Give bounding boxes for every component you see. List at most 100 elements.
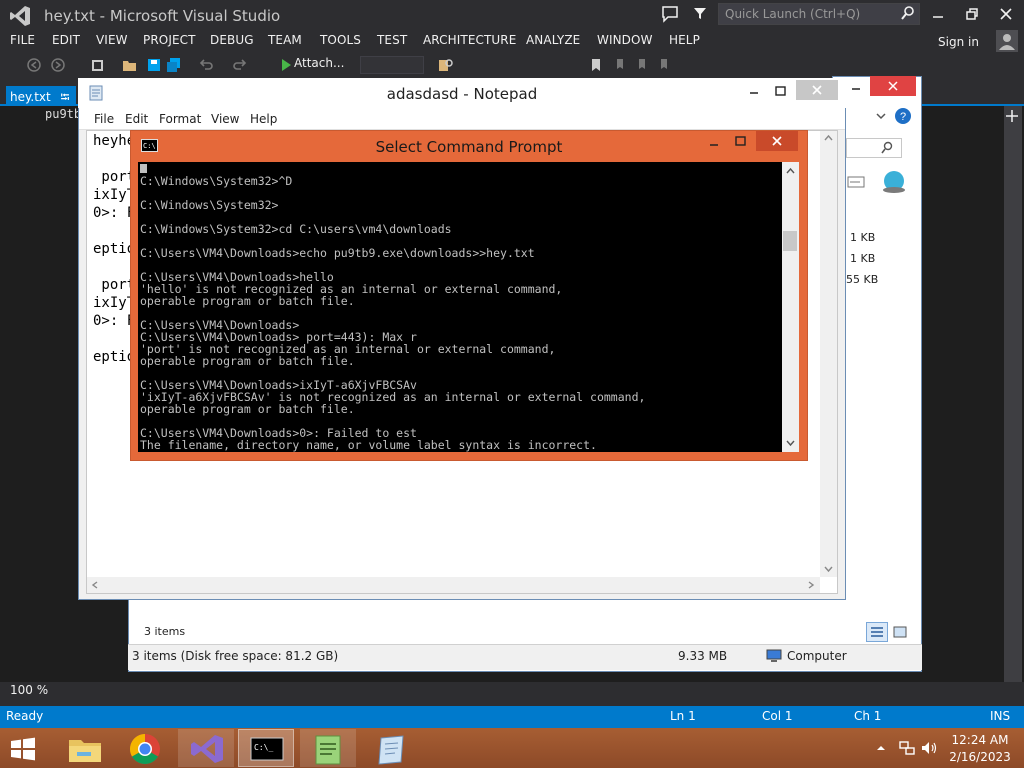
help-icon[interactable]: ? <box>894 107 912 125</box>
scroll-left-icon[interactable] <box>88 578 102 592</box>
command-prompt-taskbar-icon[interactable]: C:\_ <box>238 729 294 767</box>
file-size: 1 KB <box>850 231 876 244</box>
find-in-files-icon[interactable] <box>438 57 454 73</box>
console-scroll-thumb[interactable] <box>783 231 797 251</box>
tab-hey-txt[interactable]: hey.txt ⭾ ✕ <box>6 86 87 106</box>
close-icon[interactable] <box>996 4 1016 24</box>
menu-window[interactable]: WINDOW <box>597 33 653 47</box>
chrome-taskbar-icon[interactable] <box>116 729 172 767</box>
menu-file[interactable]: FILE <box>10 33 35 47</box>
debug-target-dropdown[interactable] <box>360 56 424 74</box>
console-line: operable program or batch file. <box>140 354 355 368</box>
status-line: Ln 1 <box>670 709 696 723</box>
notepad-title: adasdasd - Notepad <box>386 85 538 103</box>
show-hidden-icons-icon[interactable] <box>876 744 886 752</box>
visual-studio-logo-icon <box>8 4 32 28</box>
explorer-minimize-icon[interactable] <box>846 80 866 92</box>
start-button-icon[interactable] <box>8 736 38 762</box>
scroll-down-icon[interactable] <box>821 562 836 576</box>
new-project-icon[interactable] <box>90 57 106 73</box>
menu-view[interactable]: VIEW <box>96 33 128 47</box>
back-icon[interactable] <box>26 57 42 73</box>
notepad-menu-format[interactable]: Format <box>159 112 201 126</box>
forward-icon[interactable] <box>50 57 66 73</box>
notepad-menu-edit[interactable]: Edit <box>125 112 148 126</box>
restore-icon[interactable] <box>962 4 982 24</box>
network-icon[interactable] <box>898 740 916 756</box>
menu-edit[interactable]: EDIT <box>52 33 80 47</box>
large-icons-view-icon[interactable] <box>890 622 910 642</box>
clock-date[interactable]: 2/16/2023 <box>944 750 1016 764</box>
computer-icon <box>766 649 782 663</box>
editor-zoom-bar <box>0 682 1024 700</box>
tab-label: hey.txt <box>10 90 51 104</box>
menu-tools[interactable]: TOOLS <box>320 33 361 47</box>
svg-text:?: ? <box>900 111 906 123</box>
redo-icon[interactable] <box>232 57 248 73</box>
scroll-right-icon[interactable] <box>804 578 818 592</box>
expand-ribbon-icon[interactable] <box>874 110 888 122</box>
console-scroll-up-icon[interactable] <box>783 164 798 178</box>
explorer-search-icon[interactable] <box>880 141 894 155</box>
editor-scrollbar[interactable] <box>1004 106 1022 682</box>
notepad-plus-taskbar-icon[interactable] <box>300 729 356 767</box>
quick-launch-input[interactable]: Quick Launch (Ctrl+Q) <box>718 3 920 25</box>
save-all-icon[interactable] <box>166 57 182 73</box>
next-bookmark-icon[interactable] <box>634 57 650 73</box>
user-avatar-icon[interactable] <box>996 30 1018 52</box>
clock-time[interactable]: 12:24 AM <box>944 733 1016 747</box>
save-icon[interactable] <box>146 57 162 73</box>
filter-icon[interactable] <box>692 5 708 21</box>
notepad-maximize-icon[interactable] <box>770 84 790 100</box>
notepad-line: port <box>93 169 136 185</box>
menu-help[interactable]: HELP <box>669 33 700 47</box>
menu-analyze[interactable]: ANALYZE <box>526 33 580 47</box>
menu-project[interactable]: PROJECT <box>143 33 196 47</box>
console-scroll-down-icon[interactable] <box>783 436 798 450</box>
menu-architecture[interactable]: ARCHITECTURE <box>423 33 516 47</box>
attach-button[interactable]: Attach... <box>276 56 356 74</box>
bookmark-icon[interactable] <box>588 57 604 73</box>
console-line: C:\Users\VM4\Downloads>echo pu9tb9.exe\d… <box>140 246 535 260</box>
scroll-up-icon[interactable] <box>821 131 836 145</box>
visual-studio-taskbar-icon[interactable] <box>178 729 234 767</box>
notepad-menu-view[interactable]: View <box>211 112 239 126</box>
notepad-close-icon[interactable] <box>796 80 838 100</box>
console-scrollbar[interactable] <box>782 162 799 452</box>
split-icon[interactable] <box>1004 108 1020 124</box>
cmd-maximize-icon[interactable] <box>730 134 750 150</box>
minimize-icon[interactable] <box>928 4 948 24</box>
details-view-icon[interactable] <box>866 622 888 642</box>
prev-bookmark-icon[interactable] <box>612 57 628 73</box>
menu-debug[interactable]: DEBUG <box>210 33 254 47</box>
notepad-vertical-scrollbar[interactable] <box>820 131 837 577</box>
notepad-menu-file[interactable]: File <box>94 112 114 126</box>
console-line: C:\Windows\System32>^D <box>140 174 293 188</box>
search-icon[interactable] <box>900 5 916 21</box>
view-pane-icon[interactable] <box>846 174 866 190</box>
notepad-menu-help[interactable]: Help <box>250 112 277 126</box>
undo-icon[interactable] <box>198 57 214 73</box>
svg-text:C:\_: C:\_ <box>254 743 273 752</box>
menu-team[interactable]: TEAM <box>268 33 302 47</box>
console-line: The filename, directory name, or volume … <box>140 438 597 452</box>
selected-size: 9.33 MB <box>678 649 728 663</box>
zoom-level-dropdown[interactable]: 100 % <box>10 683 48 697</box>
file-explorer-taskbar-icon[interactable] <box>56 729 112 767</box>
open-file-icon[interactable] <box>122 57 138 73</box>
menu-test[interactable]: TEST <box>377 33 407 47</box>
volume-icon[interactable] <box>920 740 938 756</box>
cmd-close-icon[interactable] <box>756 131 798 151</box>
cmd-minimize-icon[interactable] <box>704 136 724 152</box>
notepad-taskbar-icon[interactable] <box>362 729 418 767</box>
window-title: hey.txt - Microsoft Visual Studio <box>44 7 281 25</box>
notepad-minimize-icon[interactable] <box>744 84 764 100</box>
pin-icon[interactable]: ⭾ <box>61 90 70 104</box>
notepad-horizontal-scrollbar[interactable] <box>87 577 820 593</box>
console-line: operable program or batch file. <box>140 294 355 308</box>
clear-bookmarks-icon[interactable] <box>656 57 672 73</box>
notepad-line: port <box>93 277 136 293</box>
sign-in-link[interactable]: Sign in <box>938 35 979 49</box>
explorer-close-icon[interactable] <box>870 76 916 96</box>
feedback-icon[interactable] <box>660 4 680 24</box>
